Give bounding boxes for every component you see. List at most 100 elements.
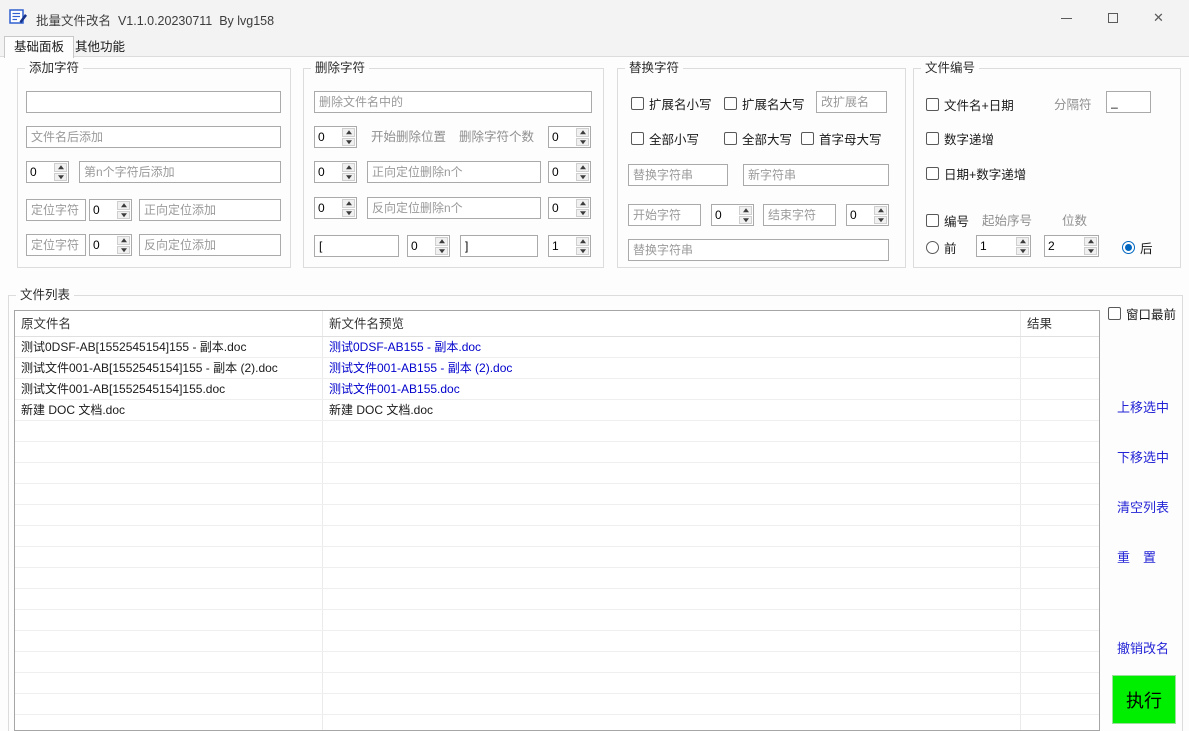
spin-down-icon[interactable] <box>54 173 67 182</box>
spin-up-icon[interactable] <box>1016 237 1029 246</box>
add-forward-input[interactable] <box>139 199 281 221</box>
table-row[interactable]: 测试文件001-AB[1552545154]155.doc测试文件001-AB1… <box>15 379 1099 400</box>
tab-other-functions[interactable]: 其他功能 <box>66 37 134 58</box>
delete-bracket-value[interactable] <box>408 236 434 256</box>
replace-new-input[interactable] <box>743 164 889 186</box>
delete-count-value[interactable] <box>549 127 575 147</box>
checkbox-icon[interactable] <box>801 132 814 145</box>
column-original-filename[interactable]: 原文件名 <box>15 311 323 336</box>
clear-list-button[interactable]: 清空列表 <box>1117 497 1169 516</box>
close-icon[interactable]: ✕ <box>1136 0 1181 36</box>
radio-selected-icon[interactable] <box>1122 241 1135 254</box>
replace-old-input[interactable] <box>628 164 728 186</box>
add-text-input[interactable] <box>26 91 281 113</box>
checkbox-icon[interactable] <box>631 97 644 110</box>
spin-up-icon[interactable] <box>342 199 355 208</box>
checkbox-icon[interactable] <box>926 98 939 111</box>
add-after-name-input[interactable] <box>26 126 281 148</box>
delete-bwd-input[interactable] <box>367 197 541 219</box>
digits-value[interactable] <box>1045 236 1083 256</box>
delete-bracket-open-input[interactable] <box>314 235 399 257</box>
delete-bracket-close-input[interactable] <box>460 235 538 257</box>
spin-down-icon[interactable] <box>576 173 589 182</box>
checkbox-icon[interactable] <box>926 167 939 180</box>
add-pos-char2-input[interactable] <box>26 234 86 256</box>
spin-down-icon[interactable] <box>576 247 589 256</box>
delete-bwd-spinner[interactable] <box>314 197 357 219</box>
delete-fwd-spinner[interactable] <box>314 161 357 183</box>
table-row[interactable]: 新建 DOC 文档.doc新建 DOC 文档.doc <box>15 400 1099 421</box>
add-nth-input[interactable] <box>79 161 281 183</box>
spin-up-icon[interactable] <box>739 206 752 215</box>
add-forward-value[interactable] <box>90 200 116 220</box>
spin-up-icon[interactable] <box>1084 237 1097 246</box>
radio-icon[interactable] <box>926 241 939 254</box>
spin-down-icon[interactable] <box>1084 247 1097 256</box>
spin-up-icon[interactable] <box>117 236 130 245</box>
delete-start-pos-spinner[interactable] <box>314 126 357 148</box>
spin-down-icon[interactable] <box>117 246 130 255</box>
delete-fwd-value[interactable] <box>315 162 341 182</box>
spin-down-icon[interactable] <box>117 211 130 220</box>
add-backward-input[interactable] <box>139 234 281 256</box>
delete-fwd-input[interactable] <box>367 161 541 183</box>
minimize-icon[interactable] <box>1044 0 1089 36</box>
separator-input[interactable] <box>1106 91 1151 113</box>
replace-end-value[interactable] <box>847 205 873 225</box>
spin-up-icon[interactable] <box>117 201 130 210</box>
checkbox-icon[interactable] <box>724 132 737 145</box>
spin-up-icon[interactable] <box>576 163 589 172</box>
checkbox-name-date[interactable]: 文件名+日期 <box>926 96 1014 112</box>
spin-up-icon[interactable] <box>576 199 589 208</box>
start-seq-value[interactable] <box>977 236 1015 256</box>
delete-bwd-value[interactable] <box>315 198 341 218</box>
spin-down-icon[interactable] <box>435 247 448 256</box>
checkbox-icon[interactable] <box>926 214 939 227</box>
delete-contains-input[interactable] <box>314 91 592 113</box>
move-up-button[interactable]: 上移选中 <box>1117 397 1169 416</box>
replace-start-char-input[interactable] <box>628 204 701 226</box>
checkbox-icon[interactable] <box>631 132 644 145</box>
checkbox-capitalize[interactable]: 首字母大写 <box>801 130 882 146</box>
checkbox-icon[interactable] <box>724 97 737 110</box>
execute-button[interactable]: 执行 <box>1112 675 1176 724</box>
spin-up-icon[interactable] <box>342 163 355 172</box>
checkbox-icon[interactable] <box>926 132 939 145</box>
table-row[interactable]: 测试文件001-AB[1552545154]155 - 副本 (2).doc测试… <box>15 358 1099 379</box>
checkbox-ext-lowercase[interactable]: 扩展名小写 <box>631 95 712 111</box>
spin-up-icon[interactable] <box>54 163 67 172</box>
checkbox-all-lowercase[interactable]: 全部小写 <box>631 130 699 146</box>
spin-down-icon[interactable] <box>342 138 355 147</box>
delete-bwd-count-spinner[interactable] <box>548 197 591 219</box>
tab-basic-panel[interactable]: 基础面板 <box>4 36 74 58</box>
checkbox-ext-uppercase[interactable]: 扩展名大写 <box>724 95 805 111</box>
delete-bracket-spinner[interactable] <box>407 235 450 257</box>
add-backward-value[interactable] <box>90 235 116 255</box>
spin-down-icon[interactable] <box>576 138 589 147</box>
spin-up-icon[interactable] <box>342 128 355 137</box>
spin-up-icon[interactable] <box>435 237 448 246</box>
add-nth-spinner[interactable] <box>26 161 69 183</box>
checkbox-all-uppercase[interactable]: 全部大写 <box>724 130 792 146</box>
start-seq-spinner[interactable] <box>976 235 1031 257</box>
spin-up-icon[interactable] <box>576 237 589 246</box>
add-backward-spinner[interactable] <box>89 234 132 256</box>
column-result[interactable]: 结果 <box>1021 311 1099 336</box>
replace-end-char-input[interactable] <box>763 204 836 226</box>
delete-fwd-count-spinner[interactable] <box>548 161 591 183</box>
replace-range-input[interactable] <box>628 239 889 261</box>
table-row[interactable]: 测试0DSF-AB[1552545154]155 - 副本.doc测试0DSF-… <box>15 337 1099 358</box>
digits-spinner[interactable] <box>1044 235 1099 257</box>
reset-button[interactable]: 重 置 <box>1117 547 1156 566</box>
checkbox-window-topmost[interactable]: 窗口最前 <box>1108 305 1176 321</box>
spin-down-icon[interactable] <box>874 216 887 225</box>
delete-bwd-count-value[interactable] <box>549 198 575 218</box>
radio-number-front[interactable]: 前 <box>926 239 957 255</box>
file-list[interactable]: 原文件名 新文件名预览 结果 测试0DSF-AB[1552545154]155 … <box>14 310 1100 731</box>
spin-down-icon[interactable] <box>342 173 355 182</box>
delete-bracket-count-spinner[interactable] <box>548 235 591 257</box>
spin-down-icon[interactable] <box>1016 247 1029 256</box>
replace-start-spinner[interactable] <box>711 204 754 226</box>
spin-up-icon[interactable] <box>576 128 589 137</box>
add-forward-spinner[interactable] <box>89 199 132 221</box>
